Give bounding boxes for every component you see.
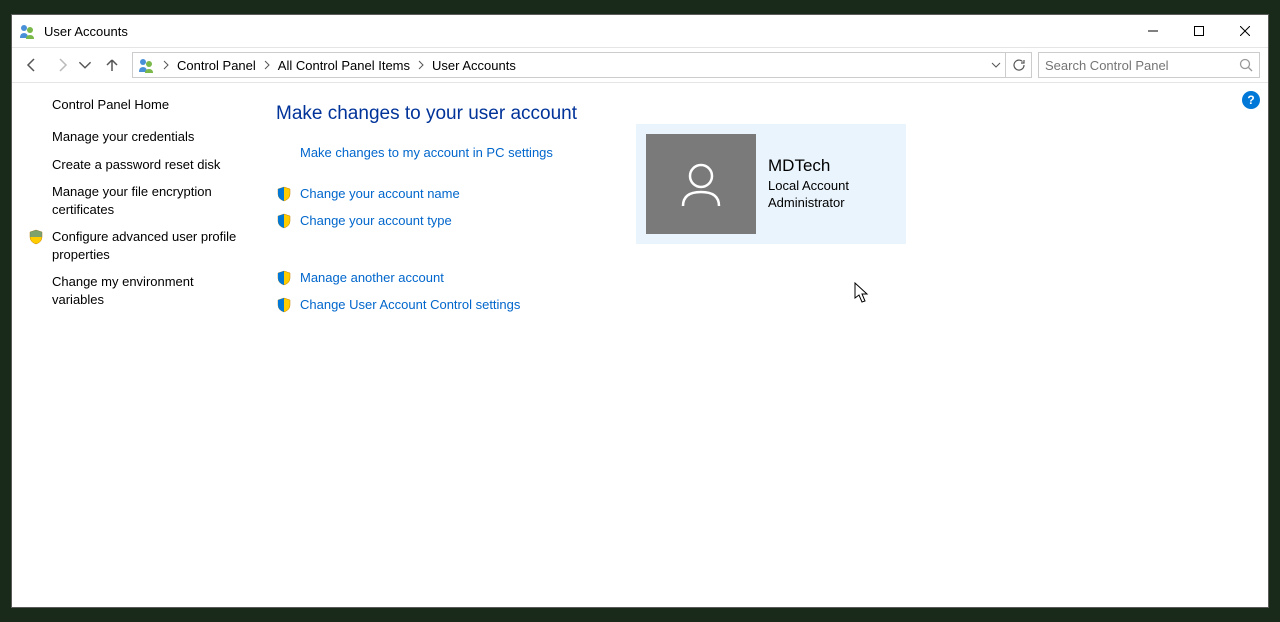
action-label: Change User Account Control settings xyxy=(300,297,520,312)
action-label: Change your account type xyxy=(300,213,452,228)
back-button[interactable] xyxy=(18,51,46,79)
sidebar-item-credentials[interactable]: Manage your credentials xyxy=(52,128,242,146)
shield-icon xyxy=(276,297,292,313)
close-button[interactable] xyxy=(1222,15,1268,47)
user-card: MDTech Local Account Administrator xyxy=(636,124,906,244)
sidebar-item-label: Configure advanced user profile properti… xyxy=(52,229,236,262)
breadcrumb-all-items[interactable]: All Control Panel Items xyxy=(274,56,414,75)
chevron-right-icon[interactable] xyxy=(414,58,428,72)
sidebar: Control Panel Home Manage your credentia… xyxy=(12,83,252,607)
up-button[interactable] xyxy=(98,51,126,79)
titlebar: User Accounts xyxy=(12,15,1268,47)
action-label: Change your account name xyxy=(300,186,460,201)
sidebar-item-encryption[interactable]: Manage your file encryption certificates xyxy=(52,183,242,218)
breadcrumb-control-panel[interactable]: Control Panel xyxy=(173,56,260,75)
forward-button[interactable] xyxy=(48,51,76,79)
address-dropdown[interactable] xyxy=(987,53,1005,77)
avatar xyxy=(646,134,756,234)
window-title: User Accounts xyxy=(44,24,1130,39)
search-input[interactable] xyxy=(1045,58,1239,73)
control-panel-home-link[interactable]: Control Panel Home xyxy=(52,97,242,112)
toolbar: Control Panel All Control Panel Items Us… xyxy=(12,47,1268,83)
minimize-button[interactable] xyxy=(1130,15,1176,47)
content-area: ? Control Panel Home Manage your credent… xyxy=(12,83,1268,607)
main-panel: Make changes to your user account Make c… xyxy=(252,83,1268,607)
search-box[interactable] xyxy=(1038,52,1260,78)
sidebar-item-environment[interactable]: Change my environment variables xyxy=(52,273,242,308)
window-controls xyxy=(1130,15,1268,47)
breadcrumb-user-accounts[interactable]: User Accounts xyxy=(428,56,520,75)
user-accounts-icon xyxy=(18,22,36,40)
recent-locations-button[interactable] xyxy=(78,51,92,79)
user-role: Administrator xyxy=(768,195,849,212)
action-label: Manage another account xyxy=(300,270,444,285)
change-uac-settings-link[interactable]: Change User Account Control settings xyxy=(300,297,1244,314)
manage-another-account-link[interactable]: Manage another account xyxy=(300,270,1244,287)
chevron-right-icon[interactable] xyxy=(159,58,173,72)
user-account-type: Local Account xyxy=(768,178,849,195)
shield-icon xyxy=(28,229,44,245)
sidebar-item-password-reset[interactable]: Create a password reset disk xyxy=(52,156,242,174)
page-title: Make changes to your user account xyxy=(276,103,1244,125)
shield-icon xyxy=(276,270,292,286)
window: User Accounts Control Panel All Control … xyxy=(11,14,1269,608)
sidebar-item-advanced-profile[interactable]: Configure advanced user profile properti… xyxy=(52,228,242,263)
user-info: MDTech Local Account Administrator xyxy=(768,156,849,212)
address-bar[interactable]: Control Panel All Control Panel Items Us… xyxy=(132,52,1032,78)
refresh-button[interactable] xyxy=(1005,53,1031,77)
shield-icon xyxy=(276,186,292,202)
location-icon xyxy=(137,56,155,74)
search-icon xyxy=(1239,58,1253,72)
maximize-button[interactable] xyxy=(1176,15,1222,47)
chevron-right-icon[interactable] xyxy=(260,58,274,72)
shield-icon xyxy=(276,213,292,229)
user-name: MDTech xyxy=(768,156,849,176)
